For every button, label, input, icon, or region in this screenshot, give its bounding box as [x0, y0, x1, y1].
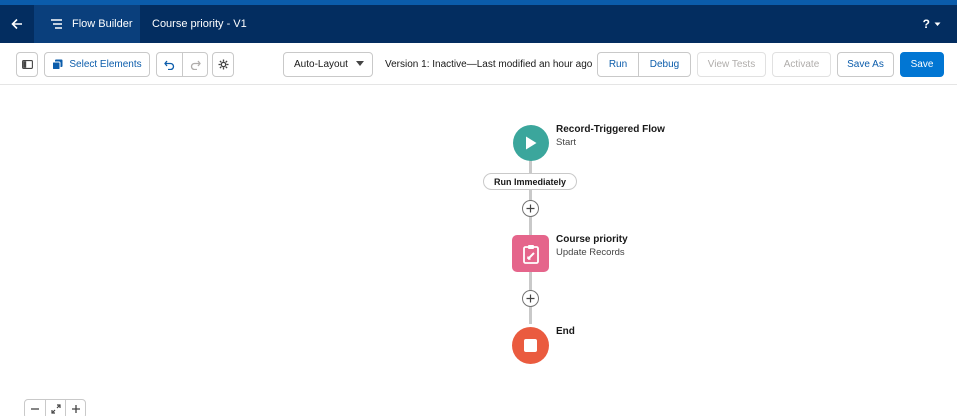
- redo-icon: [190, 60, 201, 70]
- chevron-down-icon: [934, 22, 941, 26]
- select-elements-label: Select Elements: [69, 59, 142, 70]
- fit-view-icon: [50, 404, 61, 414]
- redo-button[interactable]: [182, 53, 207, 76]
- flow-canvas[interactable]: [0, 86, 957, 416]
- add-element-icon: [526, 204, 535, 213]
- update-records-title: Course priority: [556, 234, 628, 245]
- undo-redo-group: [156, 52, 208, 77]
- debug-button[interactable]: Debug: [638, 53, 690, 76]
- gear-icon: [218, 59, 228, 70]
- path-label[interactable]: Run Immediately: [483, 173, 577, 190]
- arrow-left-icon: [11, 18, 22, 30]
- undo-button[interactable]: [157, 53, 182, 76]
- layout-select-value: Auto-Layout: [294, 59, 348, 70]
- select-elements-button[interactable]: Select Elements: [44, 52, 150, 77]
- play-icon: [526, 136, 537, 150]
- start-node[interactable]: [513, 125, 549, 161]
- app-name: Flow Builder: [34, 5, 140, 43]
- update-records-icon: [522, 244, 539, 264]
- zoom-out-button[interactable]: [25, 400, 45, 416]
- zoom-in-button[interactable]: [65, 400, 85, 416]
- app-label: Flow Builder: [72, 18, 133, 30]
- flow-name: Course priority - V1: [152, 18, 247, 30]
- caret-down-icon: [356, 61, 364, 66]
- save-as-button[interactable]: Save As: [837, 52, 894, 77]
- run-button[interactable]: Run: [598, 53, 638, 76]
- connector-line: [529, 160, 532, 174]
- flow-settings-button[interactable]: [212, 52, 234, 77]
- help-label: ?: [922, 17, 930, 31]
- help-menu-button[interactable]: ?: [923, 5, 941, 43]
- minus-icon: [31, 408, 39, 410]
- panel-toggle-icon: [21, 60, 33, 69]
- add-element-icon: [526, 294, 535, 303]
- multi-select-icon: [52, 59, 63, 70]
- layout-select[interactable]: Auto-Layout: [283, 52, 373, 77]
- start-node-title: Record-Triggered Flow: [556, 124, 665, 135]
- start-node-subtitle: Start: [556, 137, 577, 148]
- version-status: Version 1: Inactive—Last modified an hou…: [385, 59, 593, 70]
- app-header: Flow Builder Course priority - V1 ?: [0, 0, 957, 43]
- plus-icon: [71, 405, 80, 413]
- end-node-title: End: [556, 326, 575, 337]
- add-element-button[interactable]: [522, 200, 539, 217]
- stop-icon: [524, 339, 537, 352]
- update-records-subtitle: Update Records: [556, 247, 625, 258]
- zoom-controls: [24, 399, 86, 416]
- end-node[interactable]: [512, 327, 549, 364]
- add-element-button[interactable]: [522, 290, 539, 307]
- activate-button[interactable]: Activate: [772, 52, 831, 77]
- save-button[interactable]: Save: [900, 52, 944, 77]
- update-records-node[interactable]: [512, 235, 549, 272]
- view-tests-button[interactable]: View Tests: [697, 52, 766, 77]
- back-button[interactable]: [0, 5, 34, 43]
- run-debug-group: Run Debug: [597, 52, 691, 77]
- undo-icon: [164, 60, 175, 70]
- flow-icon: [51, 19, 62, 29]
- fit-view-button[interactable]: [45, 400, 65, 416]
- toggle-panel-button[interactable]: [16, 52, 38, 77]
